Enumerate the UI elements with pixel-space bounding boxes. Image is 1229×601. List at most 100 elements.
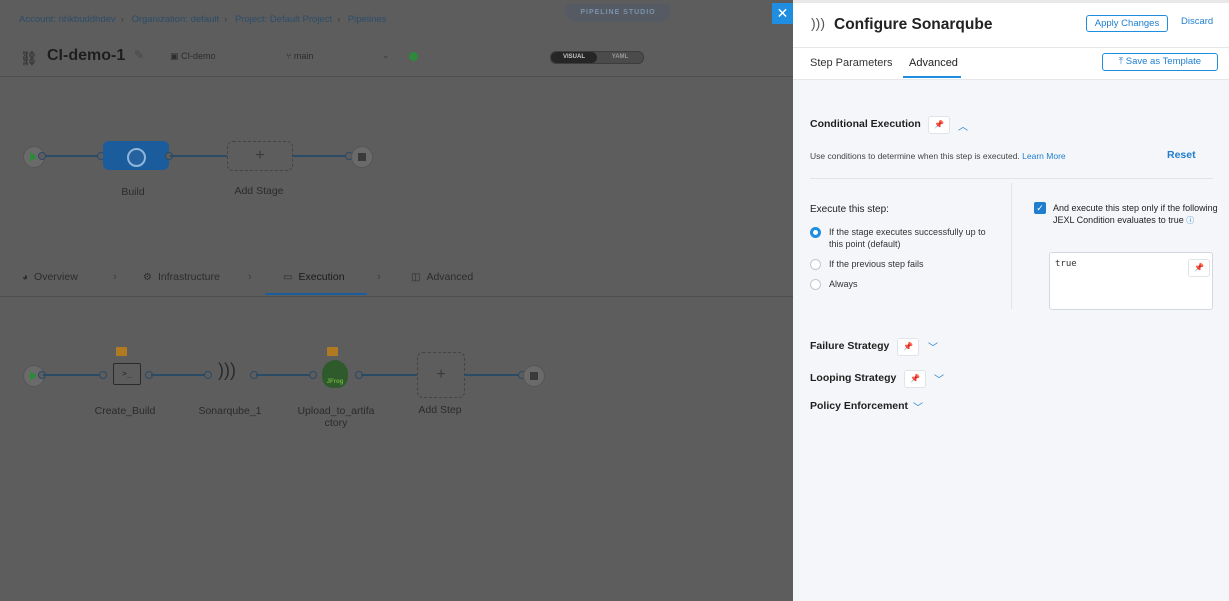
add-stage-button[interactable]: +: [227, 141, 293, 171]
drawer-title: Configure Sonarqube: [834, 16, 993, 33]
stage-build-label: Build: [121, 186, 145, 198]
breadcrumb: Account: nhkbuddhdev › Organization: defa…: [19, 14, 387, 25]
jexl-condition-input[interactable]: true 📌: [1049, 252, 1213, 310]
looping-strategy-title[interactable]: Looping Strategy: [810, 372, 896, 384]
branch-selector[interactable]: ⑂ main: [286, 51, 313, 61]
pin-icon[interactable]: 📌: [1188, 259, 1210, 277]
chevron-right-icon: ›: [113, 271, 117, 283]
jexl-condition-value[interactable]: true: [1055, 259, 1077, 269]
radio-always[interactable]: [810, 279, 821, 290]
radio-always-label[interactable]: Always: [829, 278, 858, 290]
chevron-down-icon[interactable]: ﹀: [913, 399, 923, 414]
learn-more-link[interactable]: Learn More: [1022, 151, 1065, 161]
drawer-header: ))) Configure Sonarqube Apply Changes Di…: [793, 3, 1229, 48]
jexl-condition-checkbox[interactable]: ✓: [1034, 202, 1046, 214]
active-tab-underline: [903, 76, 961, 78]
tab-advanced-settings[interactable]: Advanced: [909, 57, 958, 69]
stage-link: [43, 155, 103, 157]
step-upload-artifactory[interactable]: JFrog: [322, 360, 348, 388]
tab-infrastructure[interactable]: ⚙ Infrastructure: [143, 271, 220, 283]
tab-advanced[interactable]: ◫ Advanced: [411, 271, 473, 283]
tab-execution-label: Execution: [298, 271, 345, 283]
toggle-yaml[interactable]: YAML: [597, 52, 643, 63]
step-upload-label-line2: ctory: [324, 417, 348, 429]
close-drawer-button[interactable]: ✕: [772, 3, 793, 24]
execution-end-node: [523, 365, 545, 387]
radio-previous-fails[interactable]: [810, 259, 821, 270]
pin-icon[interactable]: 📌: [904, 370, 926, 388]
discard-button[interactable]: Discard: [1181, 16, 1213, 27]
pipeline-end-node: [351, 146, 373, 168]
stage-link: [292, 155, 347, 157]
chevron-up-icon[interactable]: ︿: [958, 118, 968, 133]
chevron-right-icon: ›: [248, 271, 252, 283]
visual-yaml-toggle[interactable]: VISUAL YAML: [550, 51, 644, 64]
radio-stage-success[interactable]: [810, 227, 821, 238]
apply-changes-button[interactable]: Apply Changes: [1086, 15, 1168, 32]
tab-execution[interactable]: ▭ Execution: [283, 271, 345, 283]
chevron-down-icon[interactable]: ﹀: [928, 339, 938, 354]
toggle-visual[interactable]: VISUAL: [551, 52, 597, 63]
branch-name: main: [293, 51, 314, 61]
radio-previous-fails-label[interactable]: If the previous step fails: [829, 258, 924, 270]
add-stage-label: Add Stage: [234, 185, 284, 197]
breadcrumb-project[interactable]: Project: Default Project: [235, 14, 332, 25]
divider: [810, 178, 1213, 179]
stage-build-node[interactable]: [103, 141, 169, 170]
edit-pencil-icon[interactable]: ✎: [134, 48, 144, 62]
conditional-execution-title[interactable]: Conditional Execution: [810, 118, 921, 130]
step-sonarqube[interactable]: ))): [218, 360, 236, 381]
breadcrumb-organization[interactable]: Organization: default: [131, 14, 219, 25]
jfrog-logo-text: JFrog: [326, 379, 344, 385]
tab-step-parameters[interactable]: Step Parameters: [810, 57, 893, 69]
add-step-button[interactable]: +: [417, 352, 465, 398]
jexl-condition-label: And execute this step only if the follow…: [1053, 202, 1221, 227]
save-as-template-button[interactable]: ⤒ Save as Template: [1102, 53, 1218, 71]
drawer-tabs: Step Parameters Advanced ⤒ Save as Templ…: [793, 47, 1229, 80]
step-create-build[interactable]: >_: [113, 363, 141, 385]
step-sonarqube-label: Sonarqube_1: [198, 405, 262, 417]
repo-name: CI-demo: [181, 51, 216, 61]
drawer-body: Conditional Execution 📌 ︿ Use conditions…: [793, 80, 1229, 601]
build-stage-icon: [127, 148, 146, 167]
repo-icon: ▣: [170, 51, 182, 61]
conditional-execution-description: Use conditions to determine when this st…: [810, 151, 1066, 161]
stage-tabs: ◕ Overview › ⚙ Infrastructure › ▭ Execution…: [0, 271, 793, 297]
reset-button[interactable]: Reset: [1167, 149, 1196, 161]
sync-status-dot: [409, 52, 418, 61]
policy-enforcement-title[interactable]: Policy Enforcement: [810, 400, 908, 412]
breadcrumb-pipelines[interactable]: Pipelines: [348, 14, 387, 25]
column-divider: [1011, 183, 1012, 309]
chevron-down-icon[interactable]: ⌄: [382, 50, 390, 61]
save-as-template-label: Save as Template: [1125, 56, 1202, 67]
chevron-down-icon[interactable]: ﹀: [934, 371, 944, 386]
pin-icon[interactable]: 📌: [928, 116, 950, 134]
pipeline-icon: ⛓: [20, 50, 38, 66]
pipeline-studio-canvas: Account: nhkbuddhdev › Organization: defa…: [0, 0, 793, 601]
execute-step-title: Execute this step:: [810, 204, 889, 215]
step-upload-label: Upload_to_artifa ctory: [290, 405, 382, 429]
tab-overview-label: Overview: [34, 271, 78, 283]
step-link: [464, 374, 520, 376]
link-point: [99, 371, 107, 379]
close-icon: ✕: [776, 5, 789, 21]
breadcrumb-account[interactable]: Account: nhkbuddhdev: [19, 14, 116, 25]
link-point: [309, 371, 317, 379]
radio-stage-success-label[interactable]: If the stage executes successfully up to…: [829, 226, 999, 250]
overview-icon: ◕: [22, 272, 29, 283]
divider: [0, 296, 793, 297]
tab-infrastructure-label: Infrastructure: [157, 271, 220, 283]
link-point: [38, 152, 46, 160]
pin-icon[interactable]: 📌: [897, 338, 919, 356]
add-step-label: Add Step: [418, 404, 462, 416]
repo-selector[interactable]: ▣ CI-demo: [170, 51, 216, 62]
pipeline-header: ⛓ CI-demo-1 ✎ ▣ CI-demo ⑂ main ⌄ VISUAL …: [0, 42, 793, 72]
link-point: [204, 371, 212, 379]
template-icon: ⤒: [1118, 56, 1126, 67]
step-link: [256, 374, 310, 376]
failure-strategy-title[interactable]: Failure Strategy: [810, 340, 889, 352]
step-link: [43, 374, 103, 376]
info-icon[interactable]: ⓘ: [1186, 216, 1194, 225]
tab-overview[interactable]: ◕ Overview: [22, 271, 78, 283]
pipeline-name: CI-demo-1: [47, 47, 126, 64]
